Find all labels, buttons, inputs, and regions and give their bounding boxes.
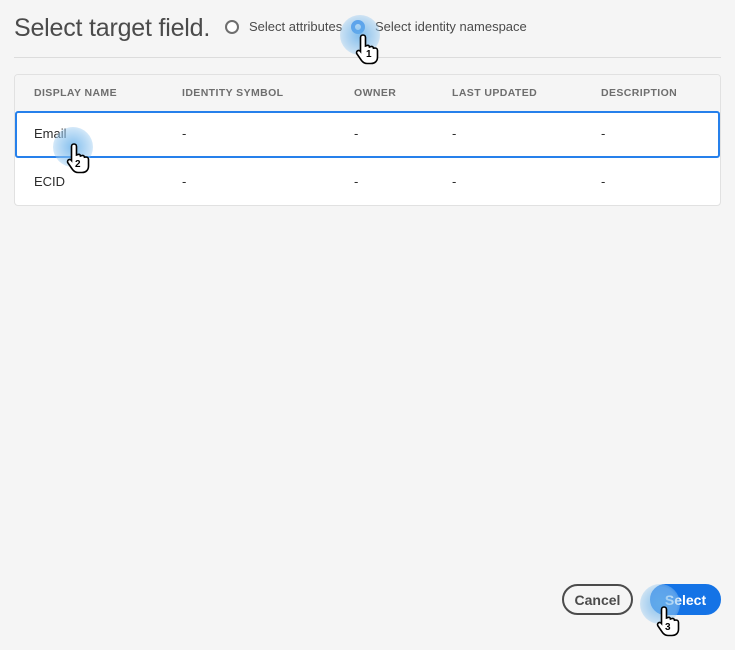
- select-target-field-dialog: Select target field. Select attributes S…: [0, 0, 735, 650]
- step-number-badge: 2: [75, 159, 81, 170]
- column-header-last-updated[interactable]: LAST UPDATED: [452, 87, 537, 99]
- column-header-description[interactable]: DESCRIPTION: [601, 87, 677, 99]
- cell-owner: -: [354, 126, 359, 141]
- cell-last-updated: -: [452, 126, 457, 141]
- step-number-badge: 3: [665, 622, 671, 633]
- cell-identity-symbol: -: [182, 174, 187, 189]
- table-header: DISPLAY NAME IDENTITY SYMBOL OWNER LAST …: [15, 75, 720, 111]
- step-number-badge: 1: [366, 49, 372, 60]
- cell-description: -: [601, 126, 606, 141]
- column-header-identity-symbol[interactable]: IDENTITY SYMBOL: [182, 87, 283, 99]
- page-title: Select target field.: [14, 14, 211, 42]
- cell-last-updated: -: [452, 174, 457, 189]
- cell-description: -: [601, 174, 606, 189]
- cell-owner: -: [354, 174, 359, 189]
- column-header-owner[interactable]: OWNER: [354, 87, 396, 99]
- cell-display-name: ECID: [34, 174, 66, 189]
- radio-select-attributes[interactable]: Select attributes: [225, 19, 342, 34]
- table-row-ecid[interactable]: ECID - - - -: [15, 159, 720, 205]
- column-header-display-name[interactable]: DISPLAY NAME: [34, 87, 117, 99]
- namespace-table: DISPLAY NAME IDENTITY SYMBOL OWNER LAST …: [14, 74, 721, 206]
- radio-label-namespace: Select identity namespace: [375, 19, 527, 34]
- radio-label-attributes: Select attributes: [249, 19, 343, 34]
- cell-identity-symbol: -: [182, 126, 187, 141]
- radio-unchecked-icon[interactable]: [225, 19, 239, 34]
- cancel-button[interactable]: Cancel: [562, 584, 633, 615]
- table-row-email[interactable]: Email - - - -: [15, 111, 720, 158]
